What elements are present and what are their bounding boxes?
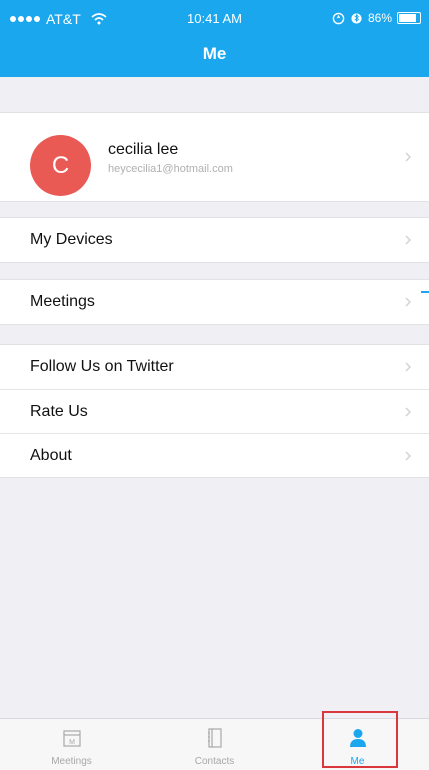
menu-item-meetings[interactable]: Meetings bbox=[0, 280, 429, 324]
menu-item-label: Follow Us on Twitter bbox=[30, 358, 174, 375]
tab-label: Me bbox=[350, 756, 365, 767]
status-bar: AT&T 10:41 AM 86% bbox=[0, 0, 429, 38]
bluetooth-icon bbox=[351, 12, 362, 24]
tab-contacts[interactable]: Contacts bbox=[143, 719, 286, 770]
chevron-right-icon bbox=[405, 451, 412, 461]
menu-item-label: Meetings bbox=[30, 293, 95, 310]
menu-item-my-devices[interactable]: My Devices bbox=[0, 218, 429, 262]
profile-name: cecilia lee bbox=[108, 141, 179, 158]
menu-item-label: Rate Us bbox=[30, 402, 88, 420]
status-right: 86% bbox=[332, 11, 421, 25]
profile-card[interactable]: C cecilia lee heycecilia1@hotmail.com bbox=[0, 112, 429, 202]
tab-label: Meetings bbox=[51, 756, 92, 767]
tab-label: Contacts bbox=[194, 756, 235, 767]
menu-item-follow-twitter[interactable]: Follow Us on Twitter bbox=[0, 345, 429, 389]
tab-bar: M Meetings Contacts Me bbox=[0, 718, 429, 770]
chevron-right-icon bbox=[405, 362, 412, 372]
blue-accent-mark bbox=[421, 291, 429, 293]
calendar-icon: M bbox=[62, 730, 81, 747]
page-title: Me bbox=[202, 44, 227, 63]
chevron-right-icon bbox=[405, 407, 412, 417]
meetings-group: Meetings bbox=[0, 279, 429, 325]
chevron-right-icon bbox=[405, 152, 412, 162]
battery-percentage: 86% bbox=[367, 11, 392, 25]
devices-group: My Devices bbox=[0, 217, 429, 263]
profile-email: heycecilia1@hotmail.com bbox=[108, 163, 233, 175]
chevron-right-icon bbox=[405, 235, 412, 245]
menu-item-rate-us[interactable]: Rate Us bbox=[0, 389, 429, 433]
avatar: C bbox=[30, 135, 91, 196]
menu-item-label: My Devices bbox=[30, 231, 113, 248]
person-icon bbox=[349, 729, 366, 747]
contacts-book-icon bbox=[207, 728, 222, 748]
app-header: AT&T 10:41 AM 86% Me bbox=[0, 0, 429, 77]
menu-item-about[interactable]: About bbox=[0, 433, 429, 477]
tab-meetings[interactable]: M Meetings bbox=[0, 719, 143, 770]
chevron-right-icon bbox=[405, 297, 412, 307]
info-group: Follow Us on Twitter Rate Us About bbox=[0, 344, 429, 478]
battery-icon bbox=[397, 12, 421, 24]
tab-me[interactable]: Me bbox=[286, 719, 429, 770]
menu-item-label: About bbox=[30, 446, 72, 464]
location-icon bbox=[332, 12, 345, 24]
svg-text:M: M bbox=[69, 739, 75, 746]
me-screen: AT&T 10:41 AM 86% Me C cecilia lee heyce… bbox=[0, 0, 429, 770]
